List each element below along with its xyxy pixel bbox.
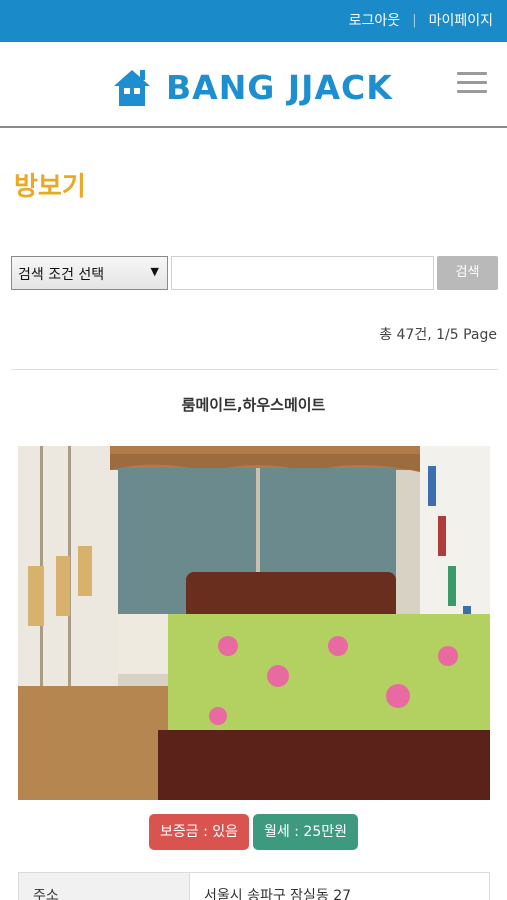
result-summary: 총 47건, 1/5 Page	[379, 327, 497, 343]
search-input[interactable]	[171, 256, 434, 290]
brand-logo[interactable]: BANG JJACK	[110, 64, 400, 112]
divider	[11, 369, 498, 370]
menu-icon[interactable]	[457, 72, 487, 94]
search-condition-value: 검색 조건 선택	[18, 267, 105, 283]
logout-link[interactable]: 로그아웃	[349, 10, 401, 30]
listing-info-row: 주소 서울시 송파구 잠실동 27	[18, 872, 490, 900]
dropdown-arrow-icon: ▼	[150, 265, 159, 278]
top-links: 로그아웃 | 마이페이지	[349, 10, 493, 30]
room-photo[interactable]	[18, 446, 490, 800]
top-bar: 로그아웃 | 마이페이지	[0, 0, 507, 42]
search-condition-select[interactable]: 검색 조건 선택 ▼	[11, 256, 168, 290]
deposit-badge: 보증금 : 있음	[149, 814, 250, 850]
brand-name: BANG JJACK	[166, 68, 393, 107]
price-badges: 보증금 : 있음 월세 : 25만원	[0, 814, 507, 850]
search-bar: 검색 조건 선택 ▼ 검색	[11, 256, 498, 290]
address-value: 서울시 송파구 잠실동 27	[189, 873, 489, 900]
listing-category: 룸메이트,하우스메이트	[181, 396, 326, 414]
rent-badge: 월세 : 25만원	[253, 814, 358, 850]
search-button[interactable]: 검색	[437, 256, 498, 290]
top-link-separator: |	[412, 12, 417, 28]
address-label: 주소	[19, 873, 189, 900]
mypage-link[interactable]: 마이페이지	[429, 10, 493, 30]
house-logo-icon	[114, 70, 150, 106]
page-title: 방보기	[14, 172, 86, 202]
site-header: BANG JJACK	[0, 42, 507, 128]
